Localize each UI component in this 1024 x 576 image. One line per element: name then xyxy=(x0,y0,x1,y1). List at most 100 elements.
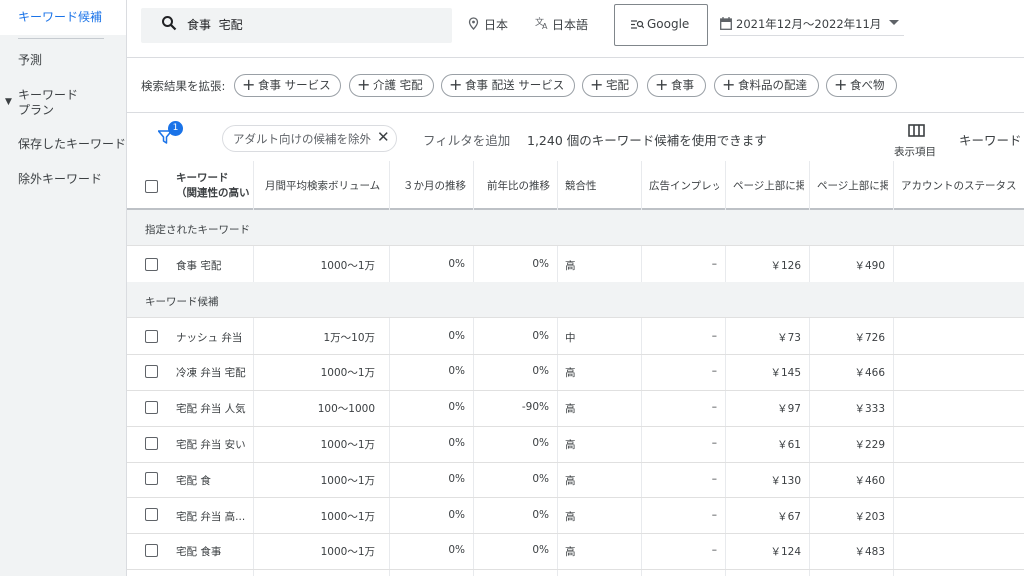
cell-three-month: 0% xyxy=(448,509,465,521)
column-header-keyword[interactable]: キーワード （関連性の高い xyxy=(176,161,251,209)
cell-competition: 高 xyxy=(565,546,576,558)
cell-keyword[interactable]: 宅配 食事 xyxy=(176,544,221,559)
cell-top-bid-high: ￥466 xyxy=(854,367,885,379)
cell-impression-share: – xyxy=(711,258,717,270)
add-filter-button[interactable]: フィルタを追加 xyxy=(423,130,510,149)
network-label: Google xyxy=(647,17,690,31)
expand-chip[interactable]: + 介護 宅配 xyxy=(349,74,434,97)
row-checkbox[interactable] xyxy=(145,508,158,521)
row-divider xyxy=(127,354,1024,355)
cell-competition: 中 xyxy=(565,332,576,344)
columns-button-label[interactable]: 表示項目 xyxy=(894,144,936,159)
cell-impression-share: – xyxy=(711,473,717,485)
cell-top-bid-high: ￥229 xyxy=(854,439,885,451)
cell-top-bid-high: ￥333 xyxy=(854,403,885,415)
expand-chip[interactable]: + 宅配 xyxy=(582,74,638,97)
search-value[interactable]: 食事 宅配 xyxy=(187,16,243,33)
plus-icon: + xyxy=(590,75,604,94)
divider xyxy=(127,112,1024,113)
cell-keyword[interactable]: 宅配 弁当 安い xyxy=(176,437,246,452)
date-range-underline xyxy=(720,35,904,36)
row-checkbox[interactable] xyxy=(145,472,158,485)
expand-chip[interactable]: + 食事 サービス xyxy=(234,74,341,97)
row-checkbox[interactable] xyxy=(145,401,158,414)
cell-keyword[interactable]: 宅配 弁当 人気 xyxy=(176,401,246,416)
select-all-checkbox[interactable] xyxy=(145,180,158,193)
sidebar-item-label: キーワード xyxy=(18,88,79,102)
expand-chip[interactable]: + 食事 配送 サービス xyxy=(441,74,575,97)
cell-volume: 1万～10万 xyxy=(323,332,375,344)
column-header-yoy[interactable]: 前年比の推移 xyxy=(487,161,555,209)
cell-keyword[interactable]: 宅配 弁当 高... xyxy=(176,509,245,524)
filter-chip-label: アダルト向けの候補を除外 xyxy=(233,132,371,146)
cell-yoy: 0% xyxy=(532,330,549,342)
section-header-ideas xyxy=(127,282,1024,318)
cell-competition: 高 xyxy=(565,439,576,451)
expand-chip[interactable]: + 食事 xyxy=(647,74,706,97)
cell-three-month: 0% xyxy=(448,365,465,377)
cell-three-month: 0% xyxy=(448,258,465,270)
column-header-competition[interactable]: 競合性 xyxy=(565,161,635,209)
column-header-three-month[interactable]: ３か月の推移 xyxy=(403,161,473,209)
section-title: 指定されたキーワード xyxy=(145,224,250,236)
sidebar-item-forecast[interactable]: 予測 xyxy=(0,53,126,68)
date-range-selector[interactable]: 2021年12月〜2022年11月 xyxy=(736,16,881,32)
column-header-account-status[interactable]: アカウントのステータス xyxy=(901,161,1021,209)
section-title: キーワード候補 xyxy=(145,296,219,308)
columns-icon[interactable] xyxy=(908,124,925,137)
chip-label: 食料品の配達 xyxy=(738,78,807,92)
cell-top-bid-low: ￥67 xyxy=(777,511,801,523)
row-checkbox[interactable] xyxy=(145,437,158,450)
cell-keyword[interactable]: 宅配 食 xyxy=(176,473,211,488)
column-header-top-bid-high[interactable]: ページ上部に掲 xyxy=(817,161,888,209)
sidebar-item-negative-keywords[interactable]: 除外キーワード xyxy=(0,172,126,187)
row-checkbox[interactable] xyxy=(145,258,158,271)
cell-competition: 高 xyxy=(565,511,576,523)
expand-chip[interactable]: + 食べ物 xyxy=(826,74,897,97)
chip-label: 宅配 xyxy=(606,78,629,92)
sidebar-divider xyxy=(18,38,104,39)
cell-volume: 1000～1万 xyxy=(320,511,375,523)
cell-impression-share: – xyxy=(711,544,717,556)
sidebar-item-saved-keywords[interactable]: 保存したキーワード xyxy=(0,137,126,152)
cell-impression-share: – xyxy=(711,401,717,413)
location-pin-icon xyxy=(468,17,479,30)
cell-yoy: 0% xyxy=(532,258,549,270)
row-divider xyxy=(127,569,1024,570)
column-header-top-bid-low[interactable]: ページ上部に掲 xyxy=(733,161,804,209)
dropdown-arrow-icon[interactable] xyxy=(889,20,899,25)
location-selector[interactable]: 日本 xyxy=(484,16,508,33)
chip-label: 食事 サービス xyxy=(258,78,331,92)
sidebar-item-keyword-ideas[interactable]: キーワード候補 xyxy=(0,10,126,25)
expand-chip[interactable]: + 食料品の配達 xyxy=(714,74,819,97)
language-selector[interactable]: 日本語 xyxy=(552,16,588,33)
cell-keyword[interactable]: ナッシュ 弁当 xyxy=(176,330,242,345)
section-header-specified xyxy=(127,210,1024,246)
row-checkbox[interactable] xyxy=(145,365,158,378)
cell-top-bid-low: ￥61 xyxy=(777,439,801,451)
cell-top-bid-low: ￥97 xyxy=(777,403,801,415)
cell-three-month: 0% xyxy=(448,437,465,449)
cell-competition: 高 xyxy=(565,475,576,487)
cell-keyword[interactable]: 食事 宅配 xyxy=(176,258,221,273)
column-header-volume[interactable]: 月間平均検索ボリューム xyxy=(265,161,388,209)
sidebar: キーワード候補 予測 ▼ キーワード プラン 保存したキーワード 除外キーワード xyxy=(0,0,127,576)
row-checkbox[interactable] xyxy=(145,544,158,557)
row-divider xyxy=(127,497,1024,498)
cell-top-bid-low: ￥124 xyxy=(770,546,801,558)
cell-top-bid-low: ￥73 xyxy=(777,332,801,344)
plus-icon: + xyxy=(655,75,669,94)
sidebar-item-keyword-plan[interactable]: キーワード プラン xyxy=(0,88,126,118)
chip-label: 介護 宅配 xyxy=(373,78,423,92)
sidebar-item-label: プラン xyxy=(18,103,55,117)
row-divider xyxy=(127,533,1024,534)
column-header-impression-share[interactable]: 広告インプレッ xyxy=(649,161,719,209)
row-checkbox[interactable] xyxy=(145,330,158,343)
keyword-view-button[interactable]: キーワード xyxy=(959,130,1022,149)
cell-top-bid-high: ￥203 xyxy=(854,511,885,523)
cell-keyword[interactable]: 冷凍 弁当 宅配 xyxy=(176,365,246,380)
header-label: キーワード xyxy=(176,172,229,184)
divider xyxy=(127,57,1024,58)
cell-top-bid-high: ￥726 xyxy=(854,332,885,344)
close-icon[interactable]: ✕ xyxy=(377,129,390,146)
